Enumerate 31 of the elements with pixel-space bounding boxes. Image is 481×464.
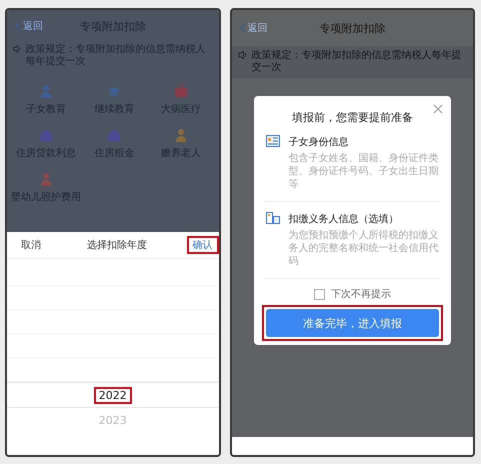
- speaker-icon: [13, 44, 22, 54]
- person-icon: [39, 84, 53, 98]
- checkbox[interactable]: [314, 288, 325, 300]
- graduation-cap-icon: [107, 84, 122, 98]
- item-description: 包含子女姓名、国籍、身份证件类型、身份证件号码、子女出生日期等: [288, 152, 439, 191]
- checkbox-label: 下次不再提示: [330, 288, 391, 301]
- year-option[interactable]: 2023: [94, 412, 132, 428]
- page-title: 专项附加扣除: [319, 20, 386, 36]
- confirm-button[interactable]: 确认: [186, 236, 219, 254]
- person-icon: [174, 128, 188, 142]
- speaker-icon: [238, 50, 248, 60]
- dialog-title: 填报前，您需要提前准备: [290, 110, 414, 125]
- person-icon: [39, 172, 53, 186]
- year-option[interactable]: 2022: [94, 386, 132, 404]
- item-description: 为您预扣预缴个人所得税的扣缴义务人的完整名称和统一社会信用代码: [288, 229, 439, 268]
- chevron-left-icon: [240, 23, 246, 33]
- cancel-button[interactable]: 取消: [15, 236, 47, 254]
- house-icon: [107, 128, 122, 142]
- back-link[interactable]: 返回: [15, 19, 43, 33]
- id-card-icon: [266, 135, 280, 147]
- picker-title: 选择扣除年度: [86, 238, 147, 252]
- item-title: 子女身份信息: [288, 136, 350, 149]
- proceed-button[interactable]: 准备完毕，进入填报: [266, 309, 439, 337]
- medical-kit-icon: [174, 84, 188, 98]
- notice-text: 政策规定：专项附加扣除的信息需纳税人每年提交一次: [251, 50, 462, 74]
- close-icon[interactable]: [433, 104, 443, 114]
- item-title: 扣缴义务人信息（选填）: [288, 212, 400, 226]
- house-icon: [39, 128, 53, 142]
- back-link[interactable]: 返回: [240, 21, 268, 35]
- building-icon: [266, 212, 280, 224]
- chevron-left-icon: [15, 21, 21, 31]
